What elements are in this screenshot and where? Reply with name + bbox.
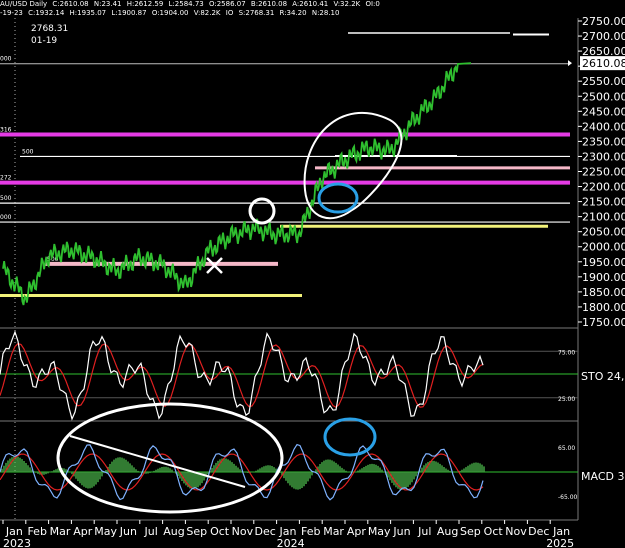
x-tick-label: Apr <box>73 525 93 538</box>
x-tick-label: May <box>368 525 391 538</box>
x-tick-label: Mar <box>50 525 71 538</box>
price-chart[interactable]: 1750.00 1800.00 1850.00 1900.00 1950.00 2000.… <box>0 0 625 548</box>
x-tick-label: Mar <box>323 525 344 538</box>
x-tick-label: Oct <box>484 525 504 538</box>
y-tick-label: 1850.00 <box>582 286 625 299</box>
x-tick-label: Apr <box>347 525 367 538</box>
y-tick-label: 2350.00 <box>582 135 625 148</box>
x-tick-label: Sep <box>186 525 207 538</box>
y-tick-label: 2200.00 <box>582 181 625 194</box>
level-label: 000 <box>0 214 12 221</box>
level-label: 500 <box>22 148 34 155</box>
y-tick-label: 2100.00 <box>582 211 625 224</box>
last-price-label: 2610.08 <box>582 57 625 70</box>
x-tick-label: Nov <box>232 525 254 538</box>
sto-main-line <box>0 330 484 421</box>
x-tick-label: Dec <box>255 525 276 538</box>
y-tick-label: 2750.00 <box>582 15 625 28</box>
x-tick-label: Aug <box>437 525 458 538</box>
x-tick-label: Sep <box>460 525 481 538</box>
y-tick-label: 2500.00 <box>582 90 625 103</box>
level-label: 316 <box>0 126 12 133</box>
x-tick-label: May <box>94 525 117 538</box>
macd-label: MACD 3, <box>581 470 625 483</box>
macd-tick-label: -65.00 <box>558 494 578 501</box>
y-tick-label: 2700.00 <box>582 30 625 43</box>
y-tick-label: 2000.00 <box>582 241 625 254</box>
x-tick-label: Aug <box>163 525 184 538</box>
x-tick-label: Oct <box>210 525 230 538</box>
level-label: 272 <box>0 175 12 182</box>
y-tick-label: 2250.00 <box>582 165 625 178</box>
annotation-circle-blue <box>317 182 359 214</box>
x-tick-label: Jul <box>144 525 158 538</box>
y-tick-label: 1800.00 <box>582 301 625 314</box>
y-tick-label: 2400.00 <box>582 120 625 133</box>
sto-label: STO 24, <box>581 370 624 383</box>
year-label: 2024 <box>277 537 305 548</box>
x-tick-label: Nov <box>505 525 527 538</box>
level-label: 500 <box>0 195 12 202</box>
y-tick-label: 2050.00 <box>582 226 625 239</box>
macd-tick-label: 65.00 <box>558 445 575 452</box>
y-tick-label: 1750.00 <box>582 316 625 329</box>
y-tick-label: 2150.00 <box>582 196 625 209</box>
y-tick-label: 1900.00 <box>582 271 625 284</box>
level-label: 000 <box>0 56 12 63</box>
last-price-marker <box>568 60 572 67</box>
x-tick-label: Jul <box>417 525 431 538</box>
sto-tick-label: 25.00 <box>558 396 575 403</box>
x-tick-label: Jun <box>392 525 410 538</box>
y-tick-label: 2300.00 <box>582 150 625 163</box>
macd-annotation-circle-blue <box>323 417 377 457</box>
y-tick-label: 2450.00 <box>582 105 625 118</box>
y-tick-label: 1950.00 <box>582 256 625 269</box>
sto-tick-label: 75.00 <box>558 349 575 356</box>
x-tick-label: Jun <box>119 525 137 538</box>
year-label: 2025 <box>546 537 574 548</box>
y-tick-label: 2550.00 <box>582 75 625 88</box>
year-label: 2023 <box>3 537 31 548</box>
